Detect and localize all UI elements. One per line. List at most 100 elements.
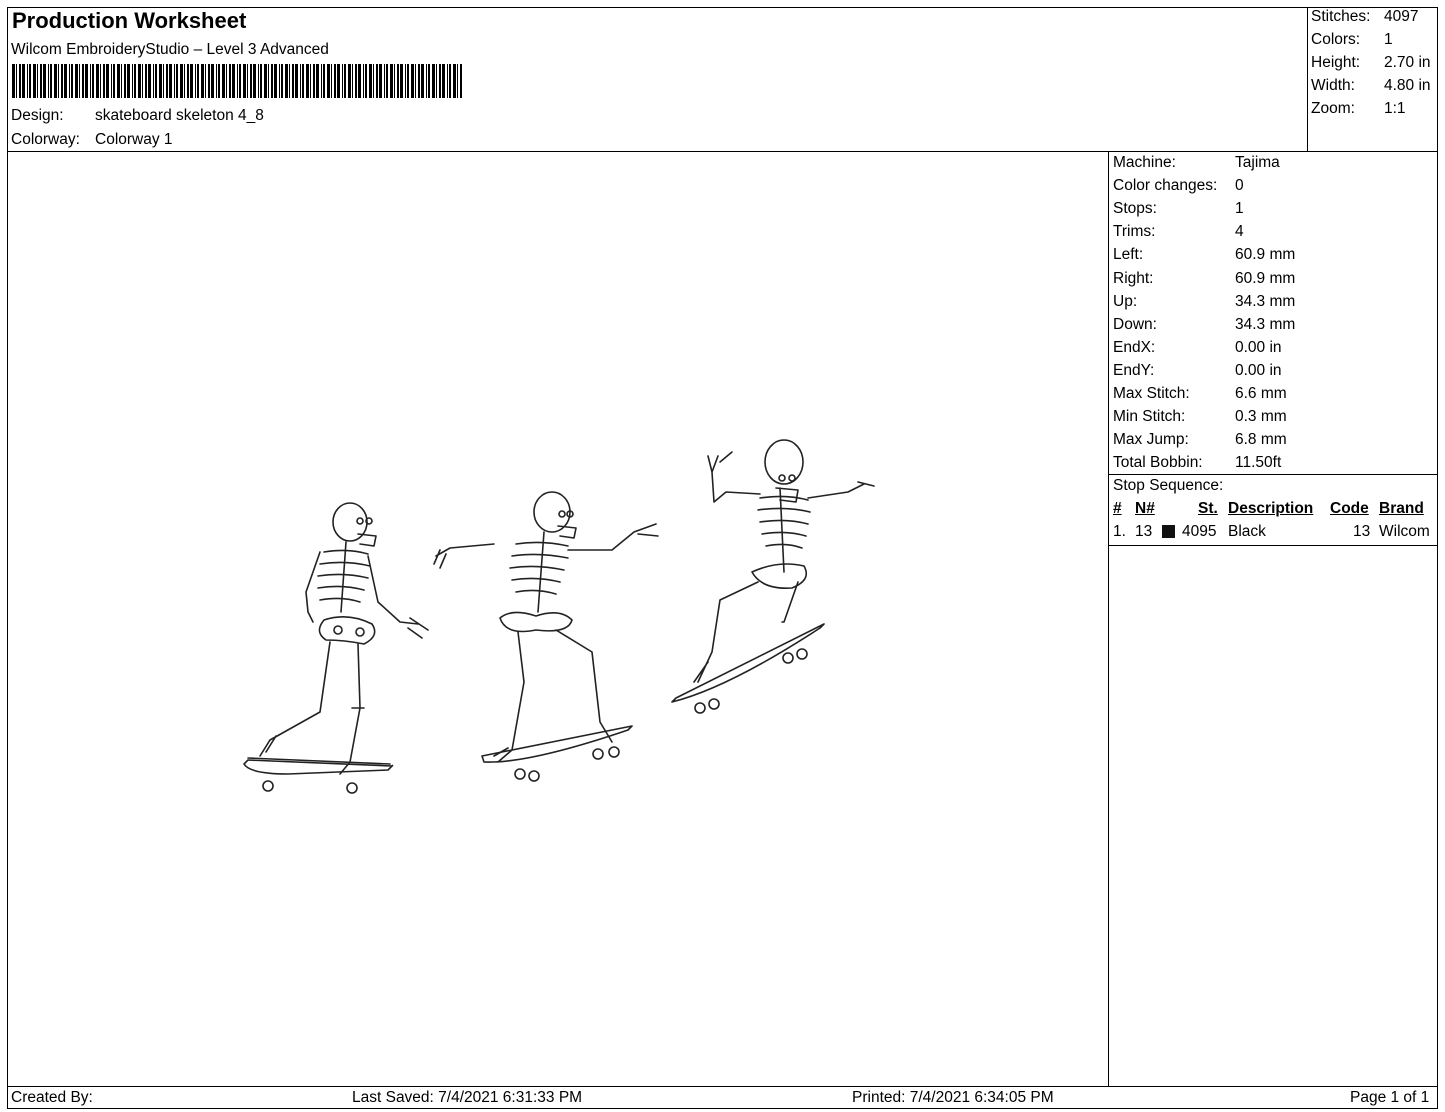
barcode-bar: [92, 64, 94, 98]
barcode-bar: [174, 64, 175, 98]
barcode-bar: [365, 64, 367, 98]
barcode-bar: [127, 64, 130, 98]
barcode-bar: [348, 64, 351, 98]
barcode-bar: [138, 64, 141, 98]
barcode-bar: [166, 64, 168, 98]
barcode-bar: [421, 64, 424, 98]
barcode-bar: [281, 64, 283, 98]
barcode-bar: [397, 64, 399, 98]
barcode-bar: [436, 64, 437, 98]
skeleton-2-figure: [433, 491, 659, 782]
barcode-bar: [43, 64, 46, 98]
barcode-bar: [103, 64, 105, 98]
colorway-name: Colorway 1: [95, 131, 173, 148]
sidebar-divider: [1108, 151, 1109, 1086]
barcode-bar: [447, 64, 448, 98]
barcode-bar: [352, 64, 353, 98]
barcode-bar: [327, 64, 330, 98]
barcode-bar: [271, 64, 273, 98]
barcode-bar: [310, 64, 311, 98]
barcode-bar: [292, 64, 294, 98]
stat-label: Max Stitch:: [1113, 385, 1190, 402]
page-number: Page 1 of 1: [1350, 1089, 1430, 1106]
barcode-bar: [184, 64, 185, 98]
stat-value: 34.3 mm: [1235, 292, 1296, 310]
stat-label: Trims:: [1113, 223, 1156, 241]
sequence-divider: [1108, 545, 1438, 546]
barcode-bar: [176, 64, 178, 98]
row-needle: 13: [1135, 523, 1153, 540]
last-saved: Last Saved: 7/4/2021 6:31:33 PM: [352, 1089, 583, 1106]
col-stitches: St.: [1198, 500, 1218, 517]
barcode-bar: [253, 64, 256, 98]
barcode-bar: [111, 64, 112, 98]
barcode-bar: [208, 64, 210, 98]
barcode-bar: [195, 64, 196, 98]
barcode-bar: [376, 64, 378, 98]
stat-value: 60.9 mm: [1235, 246, 1296, 264]
col-number: #: [1113, 500, 1122, 517]
stat-value: Tajima: [1235, 154, 1280, 171]
barcode-bar: [400, 64, 403, 98]
barcode-bar: [279, 64, 280, 98]
row-code: 13: [1353, 523, 1371, 540]
barcode-bar: [96, 64, 99, 98]
design-label: Design:: [11, 107, 64, 124]
barcode-bar: [415, 64, 416, 98]
row-number: 1.: [1113, 523, 1126, 540]
barcode-bar: [237, 64, 238, 98]
barcode-bar: [285, 64, 288, 98]
stat-label: Color changes:: [1113, 177, 1218, 195]
summary-label: Zoom:: [1311, 100, 1355, 117]
barcode-bar: [418, 64, 420, 98]
barcode-bar: [373, 64, 374, 98]
barcode-bar: [71, 64, 73, 98]
barcode-bar: [211, 64, 214, 98]
barcode-bar: [274, 64, 277, 98]
row-brand: Wilcom: [1379, 523, 1430, 540]
barcode-bar: [379, 64, 382, 98]
barcode-bar: [394, 64, 395, 98]
col-brand: Brand: [1379, 500, 1424, 517]
stat-value: 11.50ft: [1235, 454, 1282, 472]
barcode-bar: [337, 64, 340, 98]
barcode-bar: [432, 64, 435, 98]
barcode-bar: [302, 64, 304, 98]
barcode-bar: [232, 64, 235, 98]
barcode-bar: [50, 64, 52, 98]
barcode-bar: [300, 64, 301, 98]
barcode-bar: [334, 64, 336, 98]
barcode-bar: [426, 64, 427, 98]
barcode-bar: [16, 64, 17, 98]
barcode-bar: [33, 64, 36, 98]
barcode-bar: [331, 64, 332, 98]
col-code: Code: [1330, 500, 1369, 517]
barcode-bar: [82, 64, 84, 98]
barcode-bar: [142, 64, 143, 98]
design-name: skateboard skeleton 4_8: [95, 107, 264, 124]
barcode-bar: [369, 64, 372, 98]
barcode-bar: [106, 64, 109, 98]
skeleton-1-figure: [243, 502, 429, 794]
barcode-bar: [229, 64, 231, 98]
barcode-bar: [363, 64, 364, 98]
barcode-bar: [222, 64, 225, 98]
barcode-bar: [148, 64, 151, 98]
barcode-bar: [58, 64, 59, 98]
barcode-bar: [358, 64, 361, 98]
barcode-bar: [117, 64, 120, 98]
barcode-bar: [243, 64, 246, 98]
software-subtitle: Wilcom EmbroideryStudio – Level 3 Advanc…: [11, 41, 329, 58]
barcode-bar: [260, 64, 262, 98]
summary-value: 1:1: [1384, 100, 1406, 117]
stat-value: 4: [1235, 223, 1244, 241]
barcode-bar: [169, 64, 172, 98]
barcode-bar: [289, 64, 290, 98]
barcode-bar: [153, 64, 154, 98]
stat-label: Left:: [1113, 246, 1144, 264]
stat-value: 6.8 mm: [1235, 431, 1287, 449]
barcode-bar: [69, 64, 70, 98]
barcode-bar: [79, 64, 80, 98]
barcode-bar: [411, 64, 414, 98]
stat-value: 0.00 in: [1235, 361, 1282, 379]
